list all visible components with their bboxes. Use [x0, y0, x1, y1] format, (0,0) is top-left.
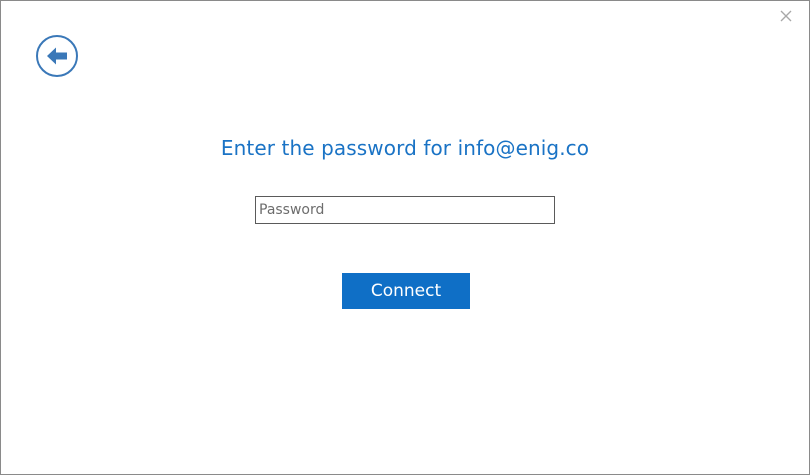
connect-button[interactable]: Connect: [342, 273, 470, 309]
dialog-title: Enter the password for info@enig.co: [220, 136, 590, 160]
password-input[interactable]: [255, 196, 555, 224]
back-button[interactable]: [35, 34, 79, 78]
back-arrow-icon: [36, 35, 78, 77]
close-icon: [780, 10, 792, 22]
password-dialog: Enter the password for info@enig.co Conn…: [0, 0, 810, 475]
close-button[interactable]: [777, 7, 795, 25]
